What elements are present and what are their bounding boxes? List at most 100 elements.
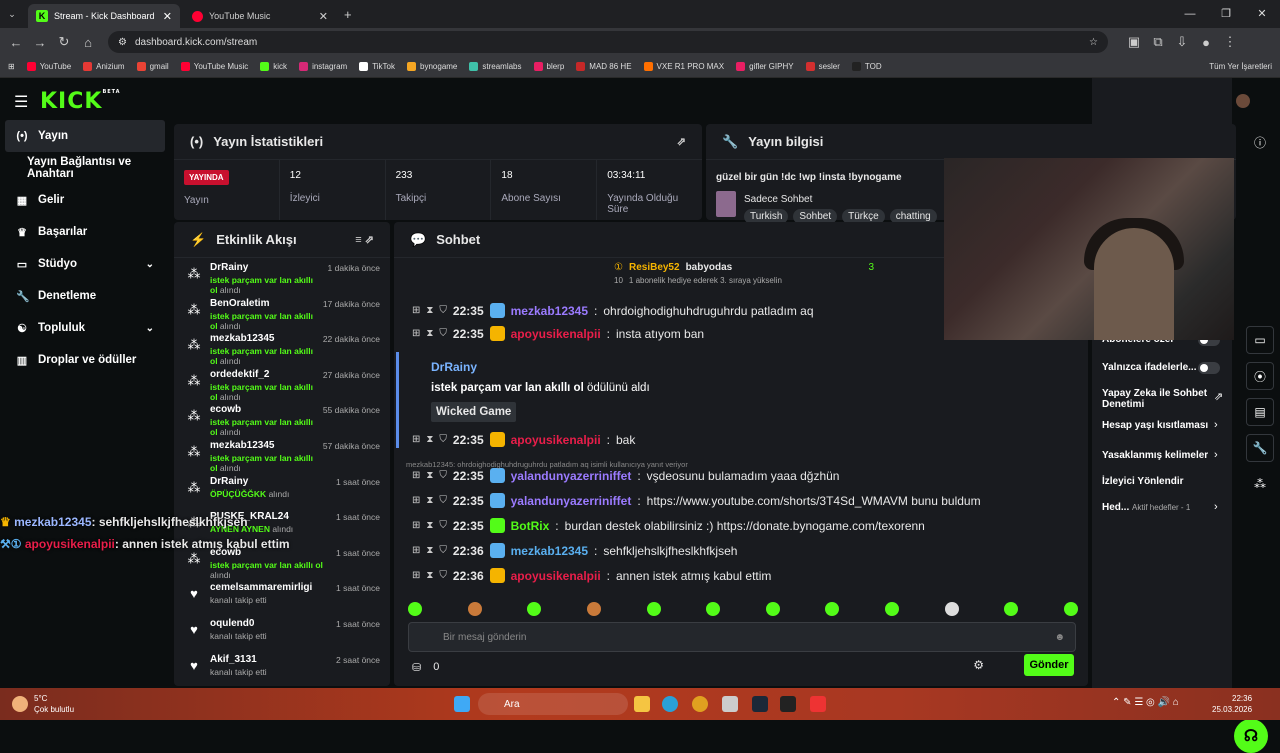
pin-icon[interactable]: ⊞ <box>412 495 420 506</box>
bookmark-item[interactable]: YouTube <box>26 62 71 71</box>
system-tray[interactable]: ⌃ ✎ ☰ ◎ 🔊 ⌂ <box>1112 697 1179 708</box>
bookmark-item[interactable]: sesler <box>805 62 840 71</box>
forward-icon[interactable]: → <box>28 35 52 50</box>
points-icon[interactable]: ⛁ <box>412 661 421 674</box>
mod-option[interactable]: Hed... Aktif hedefler - 1 <box>1102 502 1210 513</box>
mod-action-icon[interactable]: 🔧 <box>1246 434 1274 462</box>
bookmark-item[interactable]: instagram <box>299 62 347 71</box>
sidebar-item[interactable]: Yayın Bağlantısı ve Anahtarı <box>0 152 170 184</box>
weather-icon[interactable] <box>12 696 28 712</box>
bookmark-item[interactable]: streamlabs <box>469 62 522 71</box>
close-window-icon[interactable]: ✕ <box>1244 0 1280 28</box>
menu-dots-icon[interactable]: ⋮ <box>1218 34 1242 50</box>
user-avatar[interactable] <box>1236 94 1250 108</box>
mod-option[interactable]: İzleyici Yönlendir <box>1102 476 1210 487</box>
downloads-icon[interactable]: ⇩ <box>1170 34 1194 50</box>
pin-icon[interactable]: ⊞ <box>412 545 420 556</box>
profile-icon[interactable]: ● <box>1194 35 1218 50</box>
close-tab-icon[interactable]: ✕ <box>163 10 172 23</box>
chat-message[interactable]: ⊞ ⧗ ⛉ 22:35 mezkab12345: ohrdoighodighuh… <box>412 303 814 318</box>
bookmark-item[interactable]: bynogame <box>407 62 457 71</box>
chat-message[interactable]: ⊞ ⧗ ⛉ 22:35 yalandunyazerriniffet: https… <box>412 493 981 508</box>
tab-menu-icon[interactable]: ⌄ <box>0 9 24 20</box>
emoji-icon[interactable]: ☻ <box>1054 632 1065 643</box>
reward-user[interactable]: DrRainy <box>431 360 477 374</box>
emote-icon[interactable] <box>586 602 601 616</box>
home-icon[interactable]: ⌂ <box>76 35 100 50</box>
sidebar-item[interactable]: ♛ Başarılar <box>0 216 170 248</box>
bookmark-item[interactable]: TikTok <box>359 62 395 71</box>
emote-icon[interactable] <box>825 602 840 616</box>
toggle-switch[interactable] <box>1198 362 1220 374</box>
shield-icon[interactable]: ⛉ <box>439 570 447 581</box>
emote-icon[interactable] <box>885 602 899 616</box>
message-user[interactable]: mezkab12345 <box>511 544 588 558</box>
weather-widget[interactable]: 5°C Çok bulutlu <box>34 693 74 715</box>
epic-games-icon[interactable] <box>780 696 796 712</box>
message-user[interactable]: yalandunyazerriniffet <box>511 469 632 483</box>
chat-message[interactable]: ⊞ ⧗ ⛉ 22:35 apoyusikenalpii: insta atıyo… <box>412 326 704 341</box>
bookmark-item[interactable]: Anizium <box>83 62 125 71</box>
timeout-icon[interactable]: ⧗ <box>426 305 433 316</box>
message-user[interactable]: apoyusikenalpii <box>511 327 601 341</box>
popout-icon[interactable]: ⇗ <box>677 135 686 148</box>
event-user[interactable]: DrRainy <box>210 262 320 273</box>
mod-option[interactable]: Yapay Zeka ile Sohbet Denetimi <box>1102 388 1210 410</box>
emote-icon[interactable] <box>1063 602 1078 616</box>
timeout-icon[interactable]: ⧗ <box>426 520 433 531</box>
edge-icon[interactable] <box>662 696 678 712</box>
chevron-right-icon[interactable]: › <box>1214 419 1218 431</box>
taskbar-search[interactable]: Ara <box>478 693 628 715</box>
quick-action-icon[interactable]: ▭ <box>1246 326 1274 354</box>
bookmark-item[interactable]: kick <box>260 62 287 71</box>
emote-icon[interactable] <box>765 602 780 616</box>
event-user[interactable]: mezkab12345 <box>210 333 315 344</box>
chat-message[interactable]: ⊞ ⧗ ⛉ 22:35 BotRix: burdan destek olabil… <box>412 518 925 533</box>
mod-option[interactable]: Yasaklanmış kelimeler <box>1102 450 1210 461</box>
send-button[interactable]: Gönder <box>1024 654 1074 676</box>
bookmark-item[interactable]: gifler GIPHY <box>736 62 794 71</box>
external-link-icon[interactable]: ⇗ <box>1214 390 1223 403</box>
minimize-icon[interactable]: — <box>1172 0 1208 28</box>
reload-icon[interactable]: ↻ <box>52 34 76 50</box>
chat-message[interactable]: ⊞ ⧗ ⛉ 22:36 apoyusikenalpii: annen istek… <box>412 568 771 583</box>
bookmark-item[interactable]: gmail <box>136 62 169 71</box>
emote-icon[interactable] <box>467 602 482 616</box>
pin-icon[interactable]: ⊞ <box>412 305 420 316</box>
chevron-down-icon[interactable]: ⌄ <box>146 323 154 334</box>
shield-icon[interactable]: ⛉ <box>439 470 447 481</box>
community-action-icon[interactable]: ⁂ <box>1246 470 1274 498</box>
taskbar-clock[interactable]: 22:36 25.03.2026 <box>1212 693 1252 715</box>
help-button[interactable]: ☊ <box>1234 719 1268 753</box>
timeout-icon[interactable]: ⧗ <box>426 545 433 556</box>
puzzle-icon[interactable]: ⧉ <box>1146 34 1170 50</box>
settings-gear-icon[interactable]: ⚙ <box>973 658 984 672</box>
message-user[interactable]: mezkab12345 <box>511 304 588 318</box>
event-user[interactable]: ecowb <box>210 404 315 415</box>
kick-logo[interactable]: KICKBETA <box>40 89 121 114</box>
shield-icon[interactable]: ⛉ <box>439 328 447 339</box>
app-icon[interactable] <box>722 696 738 712</box>
mod-option[interactable]: Hesap yaşı kısıtlaması <box>1102 420 1210 431</box>
pin-icon[interactable]: ⊞ <box>412 570 420 581</box>
emote-icon[interactable] <box>408 602 422 616</box>
pin-icon[interactable]: ⊞ <box>412 470 420 481</box>
emote-icon[interactable] <box>527 602 542 616</box>
sidebar-item[interactable]: 🔧 Denetleme <box>0 280 170 312</box>
pin-icon[interactable]: ⊞ <box>412 520 420 531</box>
obs-icon[interactable] <box>810 696 826 712</box>
timeout-icon[interactable]: ⧗ <box>426 470 433 481</box>
tab-youtube-music[interactable]: YouTube Music ✕ <box>184 4 336 28</box>
site-info-icon[interactable]: ⚙ <box>118 37 127 48</box>
sidebar-item[interactable]: (•) Yayın <box>5 120 165 152</box>
bookmark-item[interactable]: VXE R1 PRO MAX <box>643 62 724 71</box>
url-bar[interactable]: ⚙ dashboard.kick.com/stream ☆ <box>108 31 1108 53</box>
windows-start-icon[interactable] <box>454 696 470 712</box>
emote-icon[interactable] <box>646 602 661 616</box>
bookmark-item[interactable]: YouTube Music <box>180 62 248 71</box>
sidebar-item[interactable]: ▥ Droplar ve ödüller <box>0 344 170 376</box>
filter-icon[interactable]: ≡ ⇗ <box>355 233 374 246</box>
chevron-down-icon[interactable]: ⌄ <box>146 259 154 270</box>
pin-icon[interactable]: ⊞ <box>412 328 420 339</box>
broadcast-action-icon[interactable]: ⦿ <box>1246 362 1274 390</box>
